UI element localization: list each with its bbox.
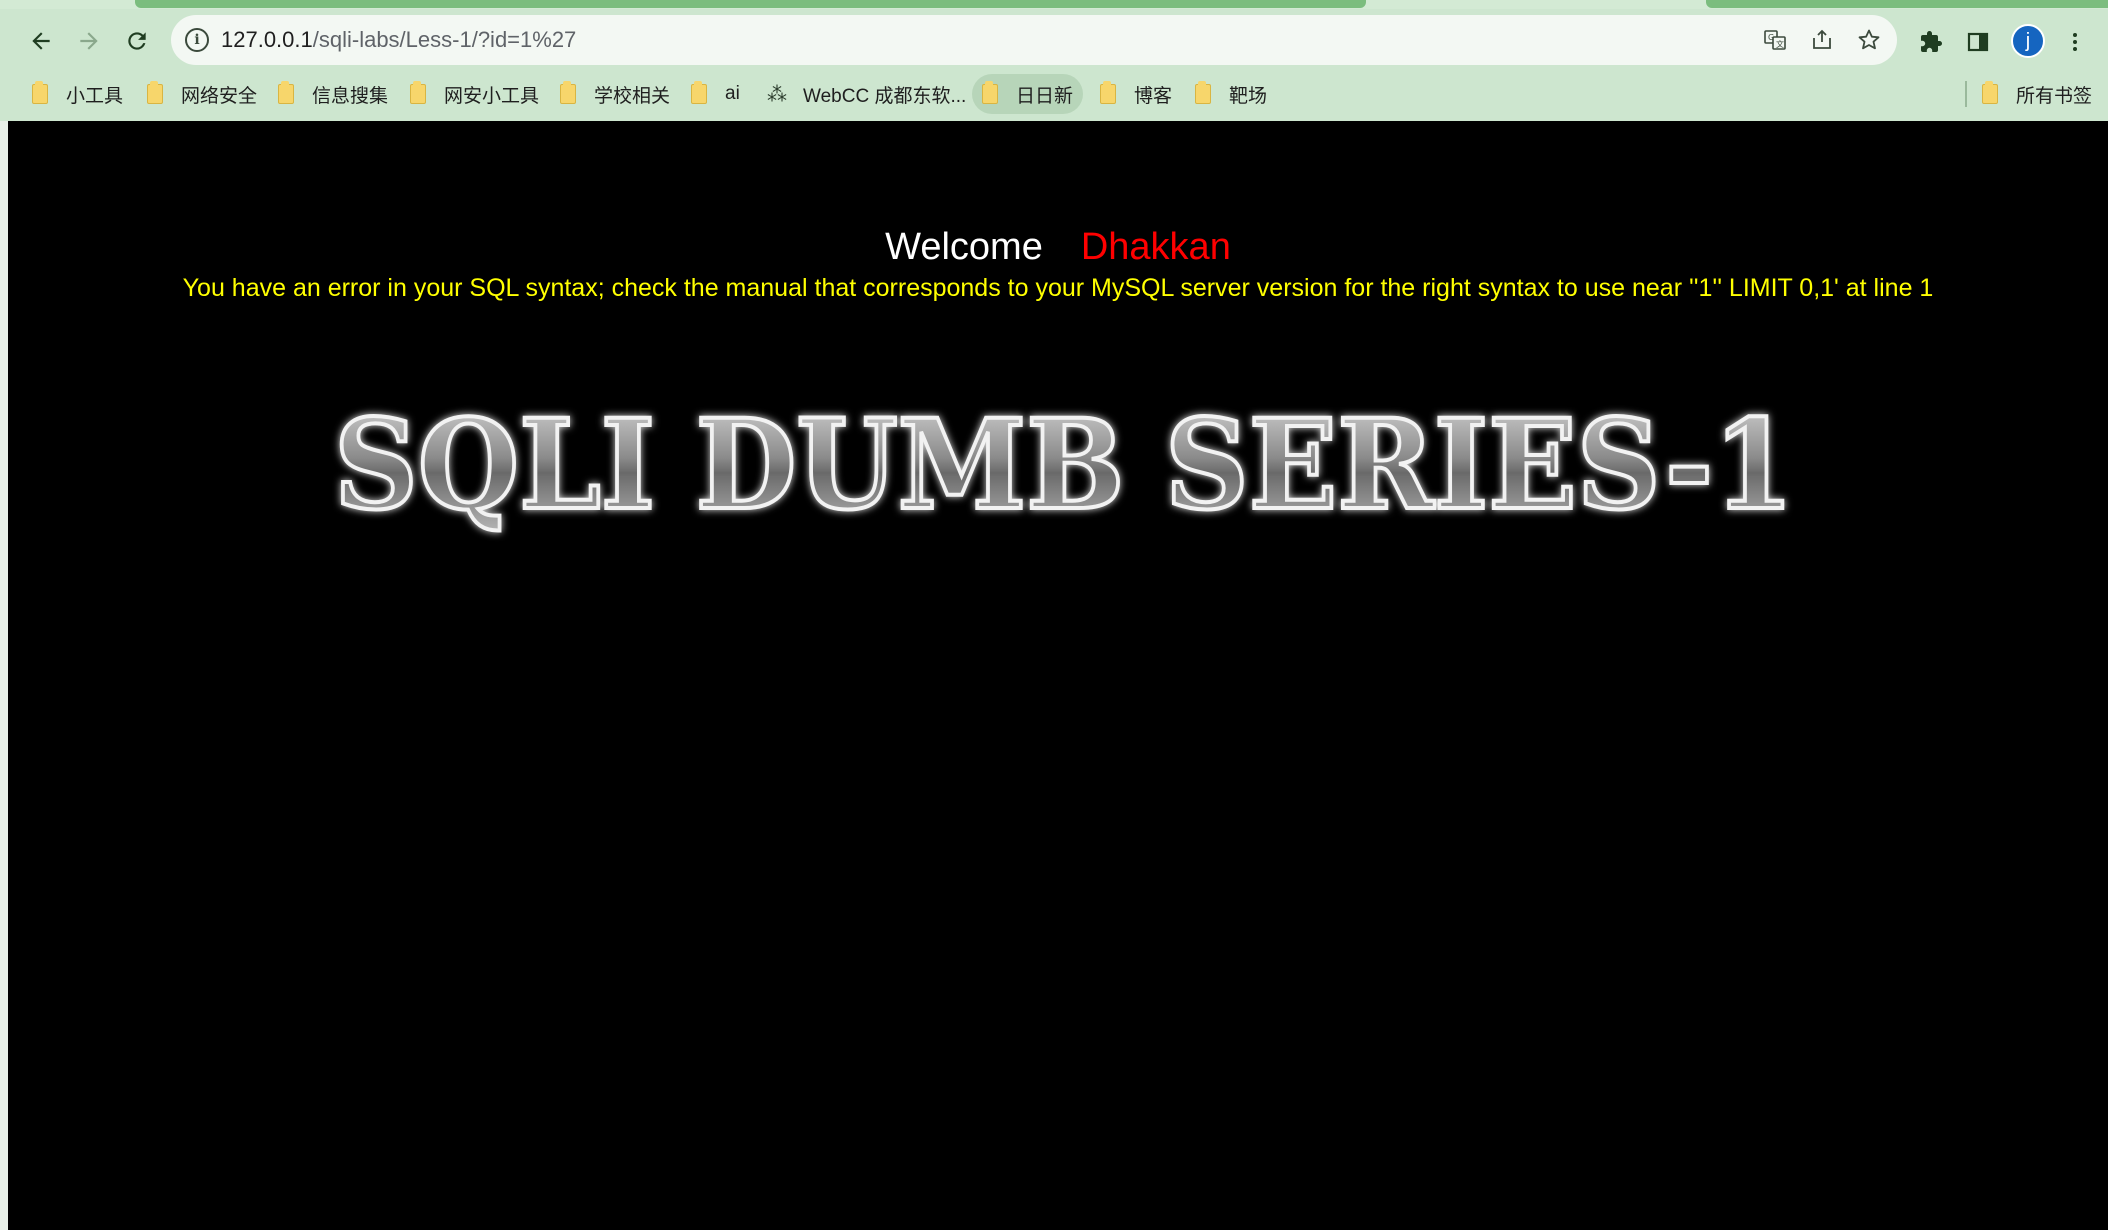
toolbar: i 127.0.0.1/sqli-labs/Less-1/?id=1%27 G文…	[0, 9, 2108, 71]
banner-text: SQLI DUMB SERIES-1	[334, 393, 1794, 538]
folder-icon	[32, 81, 48, 104]
folder-icon	[410, 81, 426, 104]
bookmark-link[interactable]: ⁂ WebCC 成都东软...	[755, 74, 976, 114]
puzzle-icon[interactable]	[1916, 27, 1946, 57]
svg-text:文: 文	[1776, 39, 1784, 49]
page-content: Welcome Dhakkan You have an error in your…	[8, 121, 2108, 1230]
translate-icon[interactable]: G文	[1761, 26, 1789, 54]
url-path: /sqli-labs/Less-1/?id=1%27	[312, 27, 577, 52]
profile-avatar[interactable]: j	[2011, 24, 2045, 58]
bookmark-folder[interactable]: 网络安全	[137, 74, 267, 114]
bookmark-star-icon[interactable]	[1855, 26, 1883, 54]
share-icon[interactable]	[1808, 26, 1836, 54]
back-arrow-icon[interactable]	[22, 22, 60, 60]
username-text: Dhakkan	[1080, 226, 1231, 268]
bookmark-folder[interactable]: 日日新	[972, 74, 1084, 114]
bookmark-folder[interactable]: 小工具	[22, 74, 133, 114]
side-panel-icon[interactable]	[1963, 27, 1993, 57]
url-text[interactable]: 127.0.0.1/sqli-labs/Less-1/?id=1%27	[221, 27, 576, 53]
all-bookmarks-folder[interactable]: 所有书签	[1972, 74, 2102, 114]
folder-icon	[982, 81, 998, 104]
inactive-tab[interactable]	[1706, 0, 2108, 8]
url-host: 127.0.0.1	[221, 27, 313, 52]
bookmark-folder[interactable]: 靶场	[1185, 74, 1277, 114]
svg-text:G: G	[1768, 33, 1774, 42]
kebab-menu-icon[interactable]	[2060, 27, 2090, 57]
welcome-text: Welcome	[885, 226, 1043, 268]
folder-icon	[278, 81, 294, 104]
address-bar[interactable]: i 127.0.0.1/sqli-labs/Less-1/?id=1%27 G文	[171, 15, 1897, 65]
forward-arrow-icon[interactable]	[70, 22, 108, 60]
tab-strip	[0, 0, 2108, 9]
sql-error-message: You have an error in your SQL syntax; ch…	[182, 274, 1934, 302]
webcc-icon: ⁂	[767, 83, 787, 106]
bookmarks-divider	[1965, 81, 1967, 107]
folder-icon	[1982, 81, 1998, 104]
sqli-dumb-series-banner: SQLI DUMB SERIES-1	[332, 391, 1796, 540]
reload-icon[interactable]	[118, 22, 156, 60]
folder-icon	[1100, 81, 1116, 104]
folder-icon	[560, 81, 576, 104]
welcome-line: Welcome Dhakkan	[8, 226, 2108, 269]
folder-icon	[691, 81, 707, 104]
folder-icon	[147, 81, 163, 104]
bookmark-folder[interactable]: 信息搜集	[268, 74, 398, 114]
bookmark-folder[interactable]: ai	[681, 74, 750, 114]
site-info-icon[interactable]: i	[185, 28, 209, 52]
active-tab[interactable]	[135, 0, 1366, 8]
bookmark-folder[interactable]: 网安小工具	[400, 74, 549, 114]
page-left-edge	[0, 121, 8, 1230]
bookmarks-bar: 小工具 网络安全 信息搜集 网安小工具 学校相关 ai ⁂ WebCC 成都东软.…	[0, 71, 2108, 117]
browser-chrome: i 127.0.0.1/sqli-labs/Less-1/?id=1%27 G文…	[0, 0, 2108, 121]
folder-icon	[1195, 81, 1211, 104]
bookmark-folder[interactable]: 学校相关	[550, 74, 680, 114]
bookmark-folder[interactable]: 博客	[1090, 74, 1182, 114]
